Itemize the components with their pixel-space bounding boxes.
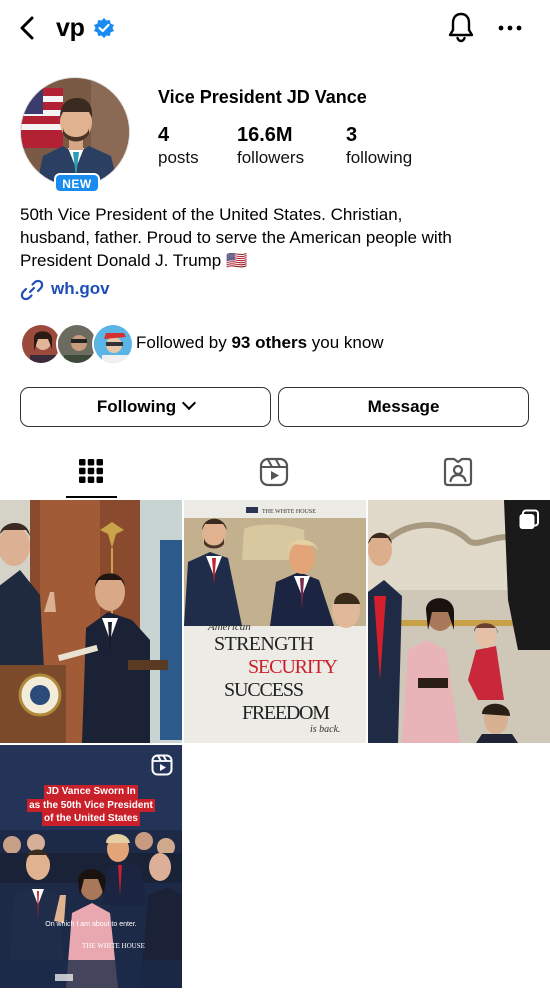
mutual-followers-text: Followed by 93 others you know xyxy=(136,333,384,352)
poster-line: SECURITY xyxy=(248,656,338,678)
stat-posts-count: 4 xyxy=(158,124,170,146)
more-horizontal-icon[interactable] xyxy=(497,18,523,38)
new-badge: NEW xyxy=(54,173,100,193)
link-text[interactable]: wh.gov xyxy=(51,279,110,299)
post-thumbnail[interactable] xyxy=(368,500,550,743)
brand-text: THE WHITE HOUSE xyxy=(82,942,145,950)
brand-text: THE WHITE HOUSE xyxy=(262,509,316,515)
post-thumbnail[interactable]: THE WHITE HOUSE American STRENGTH SECURI… xyxy=(184,500,366,743)
poster-line: American xyxy=(207,621,251,633)
stat-followers-label: followers xyxy=(237,148,305,167)
stat-followers-count: 16.6M xyxy=(237,124,293,146)
stat-followers[interactable]: 16.6M followers xyxy=(237,124,304,170)
active-tab-indicator xyxy=(66,496,117,498)
caption-line: as the 50th Vice President xyxy=(27,798,155,812)
tab-tagged[interactable] xyxy=(366,445,549,499)
grid-icon xyxy=(79,459,103,483)
verified-badge-icon xyxy=(94,18,114,38)
mutual-followers[interactable]: Followed by 93 others you know xyxy=(20,323,530,367)
stat-posts[interactable]: 4 posts xyxy=(158,124,199,170)
bio-line: 50th Vice President of the United States… xyxy=(20,205,403,224)
tab-posts[interactable] xyxy=(0,445,183,499)
chevron-down-icon xyxy=(182,395,197,411)
video-subtitle: On which I am about to enter. xyxy=(45,921,137,928)
following-button[interactable]: Following xyxy=(20,387,271,427)
reels-icon xyxy=(259,457,289,487)
bell-icon[interactable] xyxy=(446,11,476,43)
following-button-label: Following xyxy=(96,397,177,416)
bio-line: President Donald J. Trump 🇺🇸 xyxy=(20,251,248,270)
profile-tabs xyxy=(0,445,550,499)
caption-line: of the United States xyxy=(42,812,140,826)
stat-posts-label: posts xyxy=(158,148,199,167)
poster-line: FREEDOM xyxy=(242,702,330,724)
avatar xyxy=(20,77,130,187)
display-name: Vice President JD Vance xyxy=(158,87,367,107)
stat-following[interactable]: 3 following xyxy=(346,124,412,170)
message-button-label: Message xyxy=(367,397,440,416)
chevron-left-icon[interactable] xyxy=(14,14,42,42)
post-thumbnail[interactable] xyxy=(0,500,182,743)
profile-username: vp xyxy=(56,14,85,42)
reels-icon xyxy=(151,754,173,776)
tagged-icon xyxy=(443,457,473,487)
caption-line: JD Vance Sworn In xyxy=(44,785,138,799)
stat-following-label: following xyxy=(346,148,413,167)
link-icon xyxy=(20,279,44,301)
mutual-avatar xyxy=(92,323,134,365)
post-caption: JD Vance Sworn In as the 50th Vice Presi… xyxy=(0,785,182,826)
poster-line: SUCCESS xyxy=(224,679,304,701)
poster-line: is back. xyxy=(310,724,341,735)
bio-line: husband, father. Proud to serve the Amer… xyxy=(20,228,452,247)
poster-line: STRENGTH xyxy=(214,633,314,655)
top-bar: vp xyxy=(0,0,550,60)
stat-following-count: 3 xyxy=(346,124,358,146)
profile-avatar[interactable]: NEW xyxy=(20,77,132,193)
tab-reels[interactable] xyxy=(183,445,366,499)
message-button[interactable]: Message xyxy=(278,387,529,427)
post-thumbnail[interactable]: JD Vance Sworn In as the 50th Vice Presi… xyxy=(0,745,182,988)
profile-bio: 50th Vice President of the United States… xyxy=(20,203,535,272)
carousel-icon xyxy=(519,509,539,529)
